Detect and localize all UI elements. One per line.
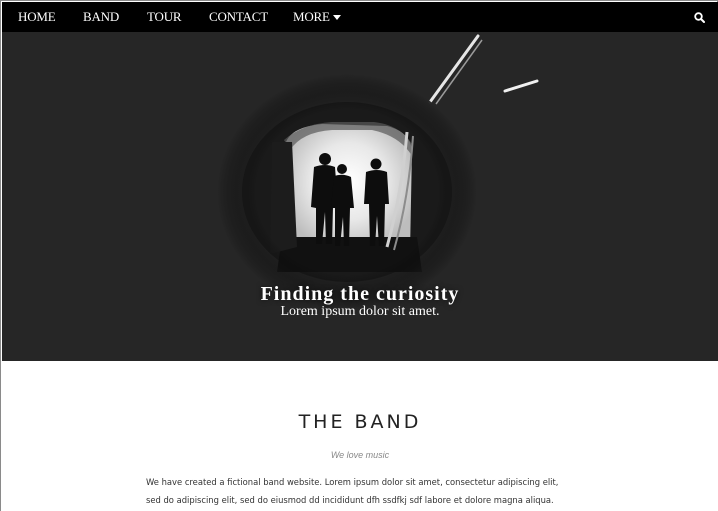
nav-band-link[interactable]: BAND xyxy=(83,2,119,32)
nav-more-dropdown[interactable]: MORE xyxy=(293,2,341,32)
band-section: THE BAND We love music We have created a… xyxy=(2,361,718,511)
search-icon xyxy=(693,11,705,23)
caret-down-icon xyxy=(332,15,341,20)
hero-subtitle: Lorem ipsum dolor sit amet. xyxy=(280,304,440,319)
hero-title: Finding the curiosity xyxy=(260,283,460,305)
page-frame: HOME BAND TOUR CONTACT MORE Finding the … xyxy=(0,0,718,511)
band-description-line: sed do adipiscing elit, sed do eiusmod d… xyxy=(146,495,554,505)
band-description-line: We have created a fictional band website… xyxy=(146,477,559,487)
search-button[interactable] xyxy=(690,2,708,32)
hero-banner: Finding the curiosity Lorem ipsum dolor … xyxy=(2,32,718,361)
band-tagline: We love music xyxy=(330,450,390,460)
top-navbar: HOME BAND TOUR CONTACT MORE xyxy=(2,2,718,32)
band-section-title: THE BAND xyxy=(298,411,422,433)
nav-home-link[interactable]: HOME xyxy=(18,2,56,32)
band-description: We have created a fictional band website… xyxy=(146,473,586,509)
nav-more-label: MORE xyxy=(293,9,330,24)
nav-tour-link[interactable]: TOUR xyxy=(147,2,182,32)
nav-contact-link[interactable]: CONTACT xyxy=(209,2,268,32)
